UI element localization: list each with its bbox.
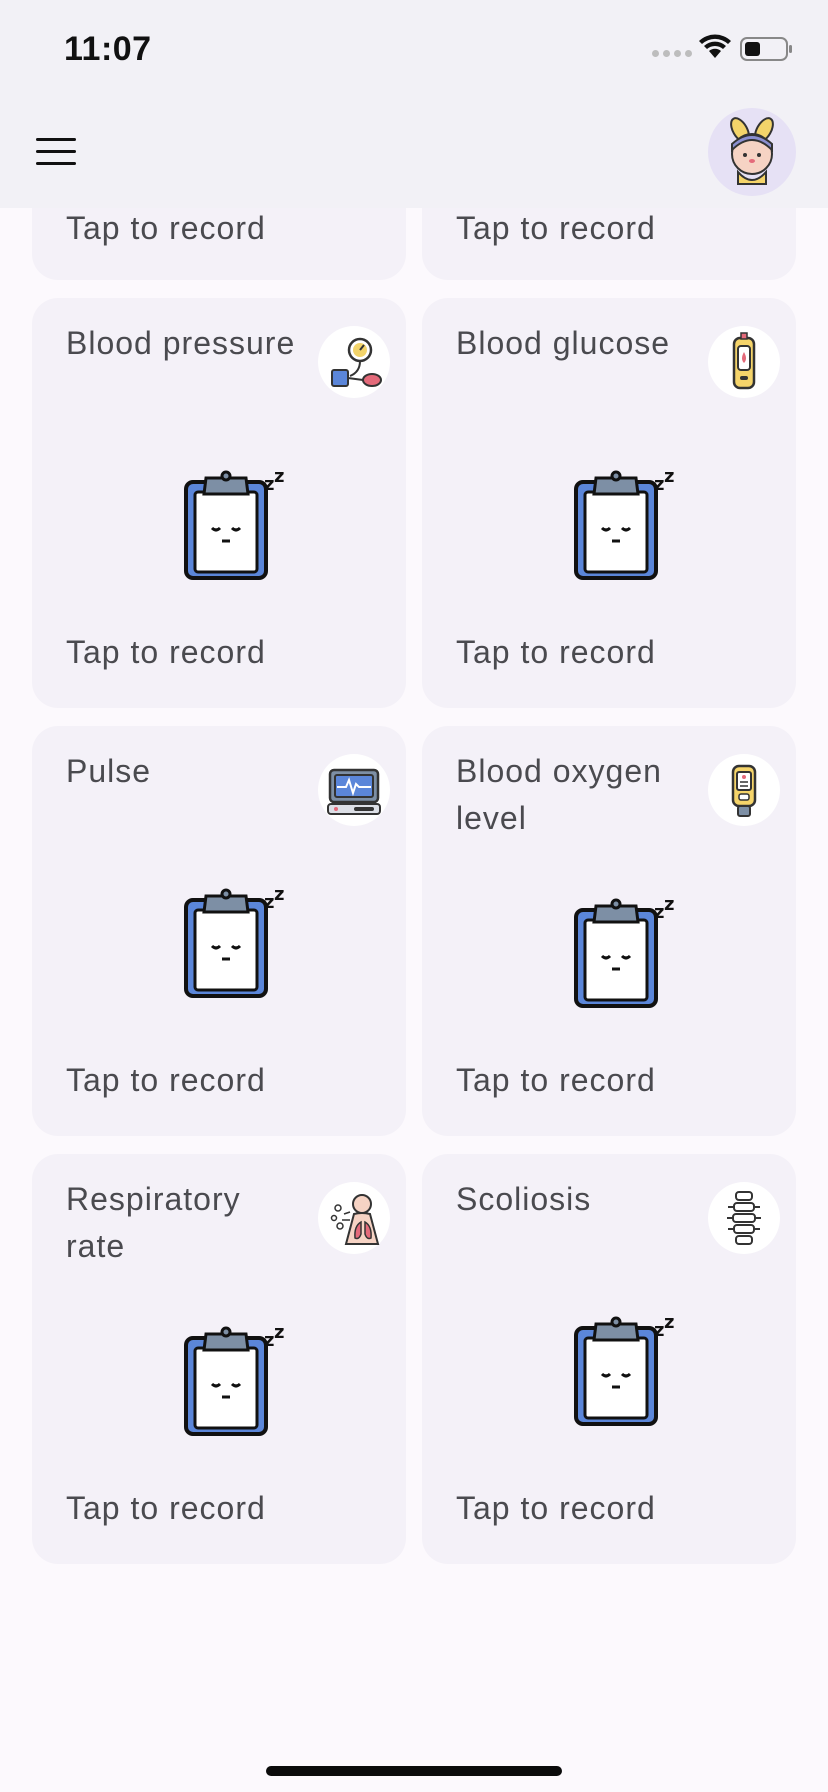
- card-title: Scoliosis: [456, 1181, 592, 1217]
- glucose-meter-icon: [708, 326, 780, 398]
- svg-text:z: z: [664, 1316, 674, 1333]
- tap-to-record-label: Tap to record: [66, 1490, 266, 1526]
- svg-text:z: z: [274, 470, 284, 487]
- avatar[interactable]: [708, 108, 796, 196]
- wifi-icon: [699, 34, 731, 58]
- pulse-oximeter-icon: [708, 754, 780, 826]
- spine-icon: [708, 1182, 780, 1254]
- empty-clipboard-sleeping-icon: z z: [574, 898, 674, 1008]
- empty-clipboard-sleeping-icon: z z: [574, 1316, 674, 1426]
- tap-to-record-label: Tap to record: [456, 1062, 656, 1098]
- record-card-blood-pressure[interactable]: Blood pressure z z Tap to record: [32, 298, 406, 708]
- status-bar: 11:07: [0, 0, 828, 100]
- card-title: Blood glucose: [456, 325, 671, 361]
- status-time: 11:07: [64, 30, 152, 68]
- tap-to-record-label: Tap to record: [456, 210, 656, 246]
- tap-to-record-label: Tap to record: [66, 210, 266, 246]
- bunny-avatar-icon: [730, 117, 774, 185]
- ecg-monitor-icon: [318, 754, 390, 826]
- record-card-respiratory-rate[interactable]: Respiratory rate z z Tap to record: [32, 1154, 406, 1564]
- tap-to-record-label: Tap to record: [66, 1062, 266, 1098]
- record-card-blood-oxygen[interactable]: Blood oxygen level z z Tap to record: [422, 726, 796, 1136]
- home-indicator[interactable]: [266, 1766, 562, 1776]
- card-title: Blood oxygen level: [456, 753, 662, 836]
- svg-text:z: z: [274, 888, 284, 905]
- svg-text:z: z: [654, 474, 664, 495]
- record-card-blood-glucose[interactable]: Blood glucose z z Tap to record: [422, 298, 796, 708]
- empty-clipboard-sleeping-icon: z z: [574, 470, 674, 580]
- card-title: Respiratory rate: [66, 1181, 241, 1264]
- record-card-pulse[interactable]: Pulse z z Tap to record: [32, 726, 406, 1136]
- tap-to-record-label: Tap to record: [456, 634, 656, 670]
- svg-text:z: z: [654, 1320, 664, 1341]
- tap-to-record-label: Tap to record: [456, 1490, 656, 1526]
- card-title: Blood pressure: [66, 325, 296, 361]
- blood-pressure-monitor-icon: [318, 326, 390, 398]
- svg-text:z: z: [274, 1326, 284, 1343]
- record-card-scoliosis[interactable]: Scoliosis z z Tap to record: [422, 1154, 796, 1564]
- svg-text:z: z: [264, 474, 274, 495]
- empty-clipboard-sleeping-icon: z z: [184, 888, 284, 998]
- svg-text:z: z: [664, 898, 674, 915]
- hamburger-menu-icon[interactable]: [36, 138, 76, 170]
- top-app-bar: [0, 100, 828, 208]
- svg-text:z: z: [654, 902, 664, 923]
- svg-text:z: z: [264, 1330, 274, 1351]
- svg-text:z: z: [664, 470, 674, 487]
- lungs-breathing-icon: [318, 1182, 390, 1254]
- empty-clipboard-sleeping-icon: z z: [184, 470, 284, 580]
- cellular-signal-icon: [652, 50, 692, 57]
- records-grid: Tap to record Tap to record Blood pressu…: [0, 0, 828, 1792]
- empty-clipboard-sleeping-icon: z z: [184, 1326, 284, 1436]
- card-title: Pulse: [66, 753, 152, 789]
- battery-icon: [740, 37, 792, 61]
- tap-to-record-label: Tap to record: [66, 634, 266, 670]
- svg-text:z: z: [264, 892, 274, 913]
